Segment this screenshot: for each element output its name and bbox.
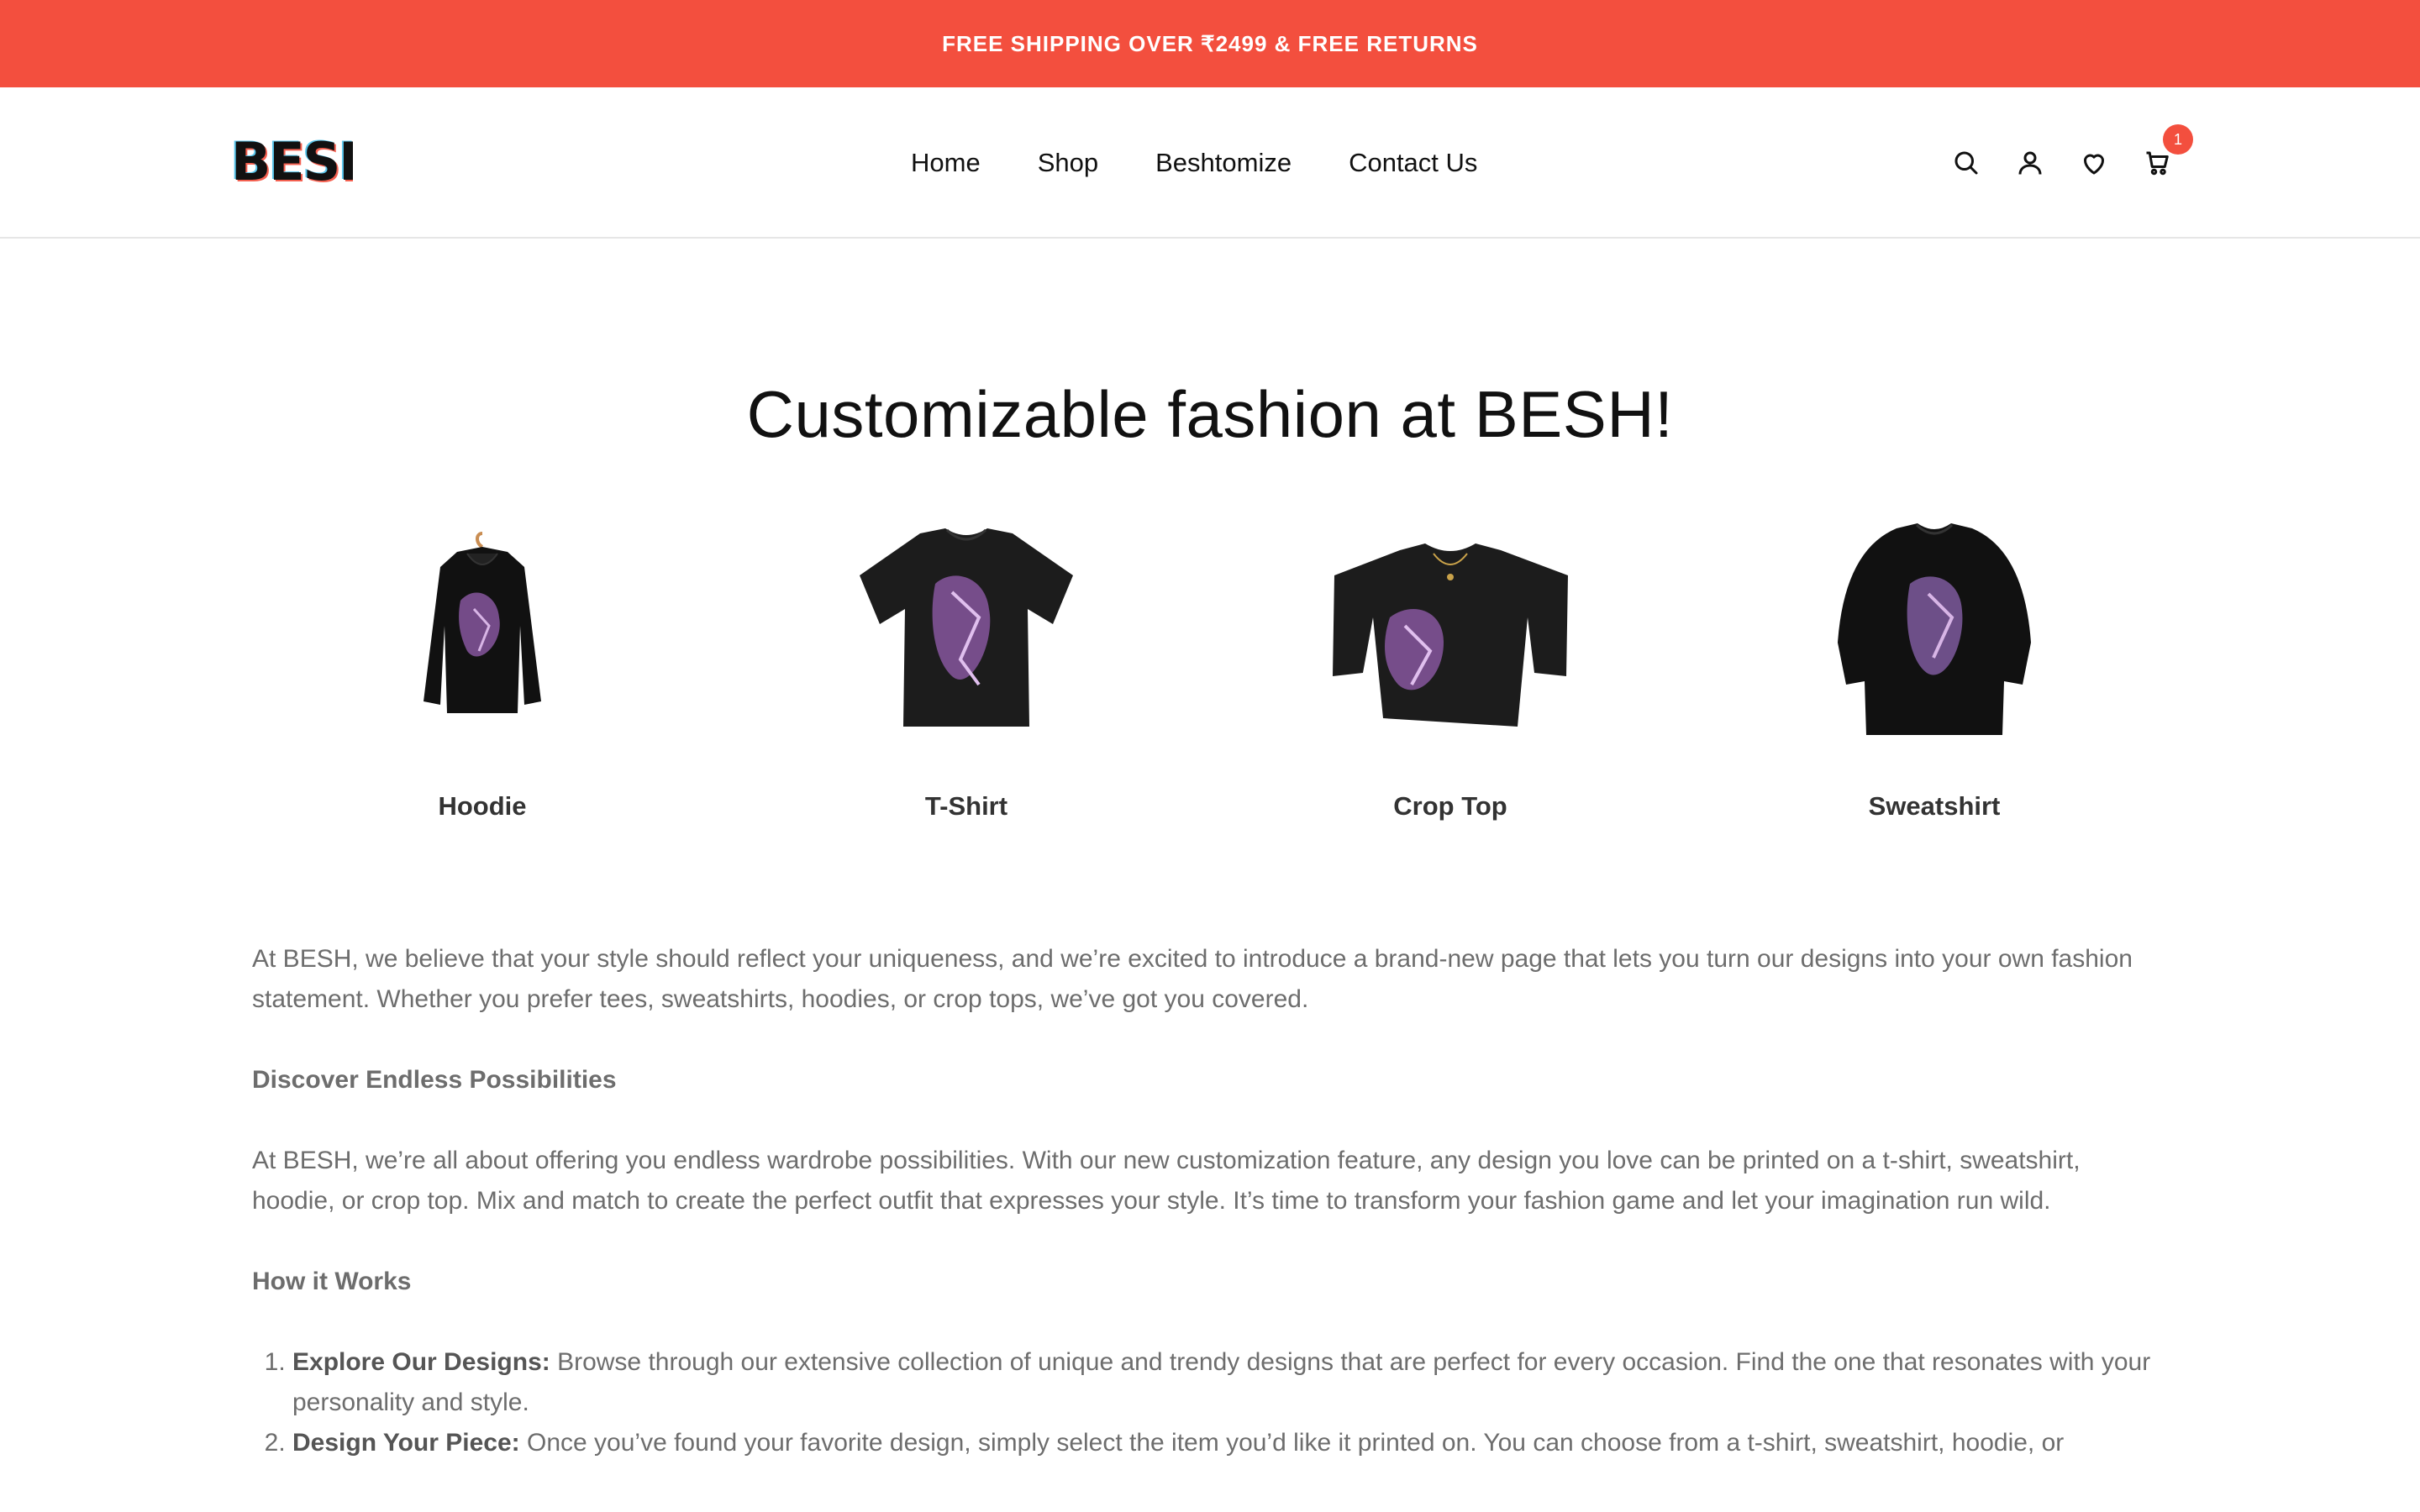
search-button[interactable] [1948,144,1985,181]
site-header: BESH BESH BESH Home Shop Beshtomize Cont… [0,87,2420,239]
cart-icon [2146,151,2169,176]
nav-home[interactable]: Home [911,148,981,178]
heart-icon [2084,154,2104,175]
promo-bar: FREE SHIPPING OVER ₹2499 & FREE RETURNS [0,0,2420,87]
promo-text: FREE SHIPPING OVER ₹2499 & FREE RETURNS [942,30,1478,56]
hoodie-graphic [424,532,541,713]
nav-shop[interactable]: Shop [1038,148,1098,178]
subheading-discover: Discover Endless Possibilities [252,1066,617,1094]
account-button[interactable] [2012,144,2049,181]
product-grid: Hoodie T-Shirt Crop Top Sweatshirt [0,504,2420,840]
page-content: At BESH, we believe that your style shou… [252,939,2168,1463]
user-icon [2018,151,2042,175]
crop-top-image[interactable] [1282,504,1618,756]
product-name[interactable]: Sweatshirt [1766,791,2102,822]
intro-paragraph: At BESH, we believe that your style shou… [252,945,2133,1013]
header-icons: 1 [1948,87,2193,239]
cart-count-badge: 1 [2163,124,2193,155]
crop-top-graphic [1333,543,1568,727]
sweatshirt-image[interactable] [1766,504,2102,756]
list-item: Explore Our Designs: Browse through our … [292,1342,2168,1423]
search-icon [1954,151,1978,175]
product-card-sweatshirt[interactable]: Sweatshirt [1766,504,2102,840]
product-name[interactable]: Crop Top [1282,791,1618,822]
cart-button[interactable]: 1 [2139,124,2193,181]
svg-text:BESH: BESH [231,133,353,192]
step-text: Once you’ve found your favorite design, … [519,1429,2065,1457]
sweatshirt-graphic [1838,523,2031,735]
product-name[interactable]: Hoodie [314,791,650,822]
product-name[interactable]: T-Shirt [798,791,1134,822]
besh-logo-icon: BESH BESH BESH [230,133,353,193]
nav-beshtomize[interactable]: Beshtomize [1155,148,1292,178]
step-title: Explore Our Designs: [292,1348,550,1376]
page-title: Customizable fashion at BESH! [746,377,1674,451]
product-card-crop-top[interactable]: Crop Top [1282,504,1618,840]
tshirt-graphic [860,528,1073,727]
wishlist-button[interactable] [2075,144,2112,181]
tshirt-image[interactable] [798,504,1134,756]
step-title: Design Your Piece: [292,1429,520,1457]
subheading-how-it-works: How it Works [252,1268,412,1295]
list-item: Design Your Piece: Once you’ve found you… [292,1423,2168,1463]
possibilities-paragraph: At BESH, we’re all about offering you en… [252,1147,2081,1215]
logo[interactable]: BESH BESH BESH [230,133,353,193]
nav-contact-us[interactable]: Contact Us [1349,148,1477,178]
product-card-hoodie[interactable]: Hoodie [314,504,650,840]
step-text: Browse through our extensive collection … [292,1348,2151,1416]
product-card-tshirt[interactable]: T-Shirt [798,504,1134,840]
main-nav: Home Shop Beshtomize Contact Us [911,87,1477,239]
steps-list: Explore Our Designs: Browse through our … [292,1342,2168,1463]
hoodie-image[interactable] [314,504,650,756]
